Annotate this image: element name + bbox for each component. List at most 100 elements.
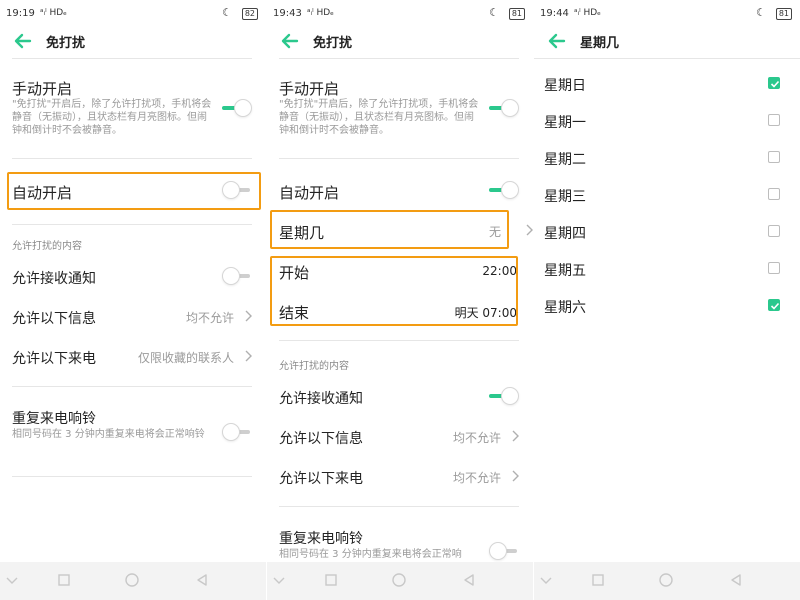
weekday-label: 星期日 xyxy=(544,78,586,94)
battery-icon: 82 xyxy=(241,8,258,20)
weekday-row[interactable]: 星期四 xyxy=(544,214,786,250)
allow-messages-label: 允许以下信息 xyxy=(279,431,363,447)
home-icon[interactable] xyxy=(124,572,140,588)
checkbox-icon[interactable] xyxy=(768,151,780,163)
nav-bar xyxy=(534,562,800,600)
recent-apps-icon[interactable] xyxy=(56,572,72,588)
highlight-box xyxy=(270,210,509,249)
arrow-left-icon[interactable] xyxy=(12,30,34,52)
highlight-box xyxy=(270,256,518,326)
chevron-down-icon[interactable] xyxy=(4,572,20,588)
divider xyxy=(12,224,252,225)
page-title: 免打扰 xyxy=(313,36,353,51)
allow-messages-value: 均不允许 xyxy=(452,431,501,445)
weekday-row[interactable]: 星期五 xyxy=(544,251,786,287)
recent-apps-icon[interactable] xyxy=(590,572,606,588)
section-allow-header: 允许打扰的内容 xyxy=(12,241,82,252)
repeat-call-desc: 相同号码在 3 分钟内重复来电将会正常响铃 xyxy=(12,429,205,440)
chevron-right-icon xyxy=(512,470,519,482)
status-bar: 19:44 ᵃᵢˡ HDₑ ☾ 81 xyxy=(534,0,800,26)
header: 免打扰 xyxy=(267,26,533,58)
signal-icon: ᵃᵢˡ HDₑ xyxy=(574,8,601,18)
battery-icon: 81 xyxy=(775,8,792,20)
signal-icon: ᵃᵢˡ HDₑ xyxy=(307,8,334,18)
allow-notify-label: 允许接收通知 xyxy=(12,271,96,287)
screen-weekday-picker: 19:44 ᵃᵢˡ HDₑ ☾ 81 星期几 星期日星期一星期二星期三星期四星期… xyxy=(534,0,800,600)
home-icon[interactable] xyxy=(391,572,407,588)
weekday-label: 星期一 xyxy=(544,115,586,131)
page-title: 星期几 xyxy=(580,36,620,51)
allow-calls-value: 均不允许 xyxy=(452,471,501,485)
allow-calls-label: 允许以下来电 xyxy=(279,471,363,487)
checkbox-checked-icon[interactable] xyxy=(768,77,780,89)
weekday-row[interactable]: 星期一 xyxy=(544,103,786,139)
screen-do-not-disturb-2: 19:43 ᵃᵢˡ HDₑ ☾ 81 免打扰 手动开启 "免打扰"开启后，除了允… xyxy=(267,0,533,600)
nav-bar xyxy=(267,562,533,600)
moon-icon: ☾ xyxy=(222,6,232,19)
manual-enable-toggle[interactable] xyxy=(489,99,519,117)
arrow-left-icon[interactable] xyxy=(546,30,568,52)
arrow-left-icon[interactable] xyxy=(279,30,301,52)
allow-calls-label: 允许以下来电 xyxy=(12,351,96,367)
weekday-row[interactable]: 星期六 xyxy=(544,288,786,324)
checkbox-checked-icon[interactable] xyxy=(768,299,780,311)
auto-enable-label: 自动开启 xyxy=(279,184,340,202)
allow-notify-toggle[interactable] xyxy=(489,387,519,405)
nav-bar xyxy=(0,562,266,600)
section-allow-header: 允许打扰的内容 xyxy=(279,361,349,372)
allow-messages-value: 均不允许 xyxy=(185,311,234,325)
weekday-label: 星期四 xyxy=(544,226,586,242)
divider xyxy=(12,476,252,477)
weekday-label: 星期五 xyxy=(544,263,586,279)
checkbox-icon[interactable] xyxy=(768,188,780,200)
status-time: 19:19 xyxy=(6,8,35,19)
signal-icon: ᵃᵢˡ HDₑ xyxy=(40,8,67,18)
repeat-call-toggle[interactable] xyxy=(489,542,519,560)
divider xyxy=(279,506,519,507)
allow-calls-value: 仅限收藏的联系人 xyxy=(137,351,234,365)
moon-icon: ☾ xyxy=(489,6,499,19)
repeat-call-label: 重复来电响铃 xyxy=(12,411,96,427)
header: 星期几 xyxy=(534,26,800,58)
chevron-right-icon xyxy=(245,350,252,362)
back-nav-icon[interactable] xyxy=(194,572,210,588)
divider xyxy=(534,58,800,59)
recent-apps-icon[interactable] xyxy=(323,572,339,588)
back-nav-icon[interactable] xyxy=(728,572,744,588)
screen-do-not-disturb-1: 19:19 ᵃᵢˡ HDₑ ☾ 82 免打扰 手动开启 "免打扰"开启后，除了允… xyxy=(0,0,266,600)
auto-enable-toggle[interactable] xyxy=(489,181,519,199)
manual-enable-label: 手动开启 xyxy=(12,80,73,98)
weekday-label: 星期二 xyxy=(544,152,586,168)
status-time: 19:43 xyxy=(273,8,302,19)
allow-notify-toggle[interactable] xyxy=(222,267,252,285)
checkbox-icon[interactable] xyxy=(768,225,780,237)
repeat-call-label: 重复来电响铃 xyxy=(279,531,363,547)
divider xyxy=(279,58,519,59)
manual-enable-toggle[interactable] xyxy=(222,99,252,117)
divider xyxy=(12,386,252,387)
weekday-row[interactable]: 星期三 xyxy=(544,177,786,213)
manual-enable-desc: "免打扰"开启后，除了允许打扰项，手机将会静音（无振动），且状态栏有月亮图标。但… xyxy=(12,99,212,136)
divider xyxy=(12,158,252,159)
chevron-down-icon[interactable] xyxy=(538,572,554,588)
checkbox-icon[interactable] xyxy=(768,114,780,126)
back-nav-icon[interactable] xyxy=(461,572,477,588)
weekday-row[interactable]: 星期日 xyxy=(544,66,786,102)
chevron-right-icon xyxy=(245,310,252,322)
repeat-call-toggle[interactable] xyxy=(222,423,252,441)
chevron-right-icon xyxy=(526,224,533,236)
page-title: 免打扰 xyxy=(46,36,86,51)
divider xyxy=(12,58,252,59)
chevron-down-icon[interactable] xyxy=(271,572,287,588)
header: 免打扰 xyxy=(0,26,266,58)
battery-icon: 81 xyxy=(508,8,525,20)
moon-icon: ☾ xyxy=(756,6,766,19)
allow-notify-label: 允许接收通知 xyxy=(279,391,363,407)
status-bar: 19:43 ᵃᵢˡ HDₑ ☾ 81 xyxy=(267,0,533,26)
highlight-box xyxy=(7,172,261,210)
checkbox-icon[interactable] xyxy=(768,262,780,274)
weekday-label: 星期三 xyxy=(544,189,586,205)
weekday-row[interactable]: 星期二 xyxy=(544,140,786,176)
chevron-right-icon xyxy=(512,430,519,442)
home-icon[interactable] xyxy=(658,572,674,588)
